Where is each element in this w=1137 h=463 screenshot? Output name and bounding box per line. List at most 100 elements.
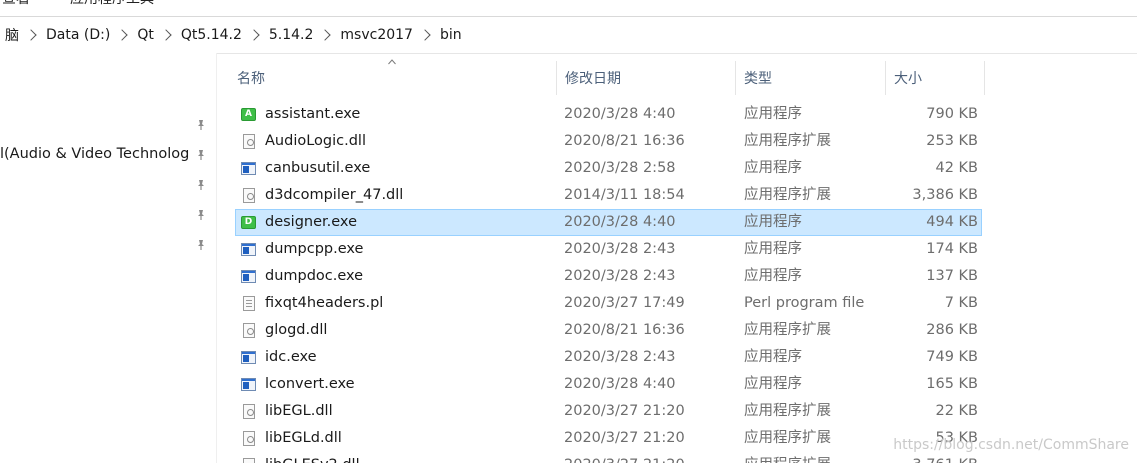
file-size: 749 KB xyxy=(926,349,978,365)
file-date: 2020/3/28 2:43 xyxy=(564,268,676,284)
file-name: assistant.exe xyxy=(265,106,361,122)
file-name: libEGLd.dll xyxy=(265,430,342,446)
file-type: 应用程序 xyxy=(744,106,802,122)
table-row[interactable]: Aassistant.exe 2020/3/28 4:40 应用程序 790 KB xyxy=(235,101,982,128)
file-date: 2020/3/28 4:40 xyxy=(564,214,676,230)
breadcrumb-item-qt5142[interactable]: Qt5.14.2 xyxy=(176,27,247,43)
qt-designer-icon: D xyxy=(241,216,256,229)
file-type: 应用程序 xyxy=(744,349,802,365)
file-icon-cell xyxy=(241,291,259,316)
application-icon xyxy=(241,378,256,391)
file-date: 2020/3/27 21:20 xyxy=(564,403,685,419)
table-row[interactable]: Ddesigner.exe 2020/3/28 4:40 应用程序 494 KB xyxy=(235,209,982,236)
file-type: 应用程序扩展 xyxy=(744,322,831,338)
table-row[interactable]: dumpcpp.exe 2020/3/28 2:43 应用程序 174 KB xyxy=(235,236,982,263)
file-date: 2020/3/27 21:20 xyxy=(564,430,685,446)
dll-file-icon xyxy=(243,188,255,203)
file-icon-cell xyxy=(241,345,259,370)
breadcrumb-item-5142[interactable]: 5.14.2 xyxy=(264,27,319,43)
file-type: 应用程序 xyxy=(744,160,802,176)
file-type: 应用程序 xyxy=(744,241,802,257)
pin-icon[interactable] xyxy=(195,239,207,251)
file-type: 应用程序扩展 xyxy=(744,187,831,203)
file-size: 174 KB xyxy=(926,241,978,257)
chevron-right-icon[interactable] xyxy=(319,29,332,41)
file-type: 应用程序 xyxy=(744,214,802,230)
file-size: 790 KB xyxy=(926,106,978,122)
pin-icon[interactable] xyxy=(195,209,207,221)
breadcrumb-item-msvc2017[interactable]: msvc2017 xyxy=(335,27,418,43)
table-row[interactable]: libGLESv2.dll 2020/3/27 21:20 应用程序扩展3,761 … xyxy=(235,452,982,463)
file-date: 2020/3/28 4:40 xyxy=(564,106,676,122)
column-header-size[interactable]: 大小 xyxy=(885,61,985,95)
column-header-type[interactable]: 类型 xyxy=(735,61,885,95)
file-name: canbusutil.exe xyxy=(265,160,371,176)
file-date: 2020/8/21 16:36 xyxy=(564,133,685,149)
pin-icon[interactable] xyxy=(195,149,207,161)
table-row[interactable]: lconvert.exe 2020/3/28 4:40 应用程序 165 KB xyxy=(235,371,982,398)
file-name: lconvert.exe xyxy=(265,376,355,392)
chevron-right-icon[interactable] xyxy=(116,29,128,41)
table-row[interactable]: canbusutil.exe 2020/3/28 2:58 应用程序 42 KB xyxy=(235,155,982,182)
application-icon xyxy=(241,270,256,283)
breadcrumb-item-data-drive[interactable]: Data (D:) xyxy=(41,27,115,43)
file-icon-cell xyxy=(241,129,259,154)
file-type: 应用程序扩展 xyxy=(744,133,831,149)
tab-view[interactable]: 查看 xyxy=(2,0,30,8)
file-date: 2020/3/27 21:20 xyxy=(564,453,734,463)
pin-icon[interactable] xyxy=(195,119,207,131)
table-row[interactable]: glogd.dll 2020/8/21 16:36 应用程序扩展 286 KB xyxy=(235,317,982,344)
dll-file-icon xyxy=(243,458,255,463)
breadcrumb-item-qt[interactable]: Qt xyxy=(132,27,159,43)
file-type: 应用程序扩展 xyxy=(744,403,831,419)
qt-assistant-icon: A xyxy=(241,108,256,121)
file-date: 2020/3/28 4:40 xyxy=(564,376,676,392)
table-row[interactable]: libEGLd.dll 2020/3/27 21:20 应用程序扩展 53 KB xyxy=(235,425,982,452)
file-name: glogd.dll xyxy=(265,322,328,338)
file-icon-cell xyxy=(241,372,259,397)
dll-file-icon xyxy=(243,323,255,338)
nav-item-quick-access[interactable]: l(Audio & Video Technolog xyxy=(0,146,192,162)
dll-file-icon xyxy=(243,431,255,446)
pin-icon[interactable] xyxy=(195,179,207,191)
table-row[interactable]: AudioLogic.dll 2020/8/21 16:36 应用程序扩展 253 K… xyxy=(235,128,982,155)
file-size: 3,761 KB xyxy=(886,453,978,463)
file-date: 2020/3/27 17:49 xyxy=(564,295,685,311)
file-name: libGLESv2.dll xyxy=(265,453,555,463)
watermark: https://blog.csdn.net/CommShare xyxy=(893,437,1129,453)
table-row[interactable]: d3dcompiler_47.dll 2014/3/11 18:54 应用程序扩展 3… xyxy=(235,182,982,209)
file-type: 应用程序 xyxy=(744,376,802,392)
file-size: 7 KB xyxy=(944,295,978,311)
file-icon-cell xyxy=(241,183,259,208)
file-icon-cell xyxy=(241,318,259,343)
file-icon-cell xyxy=(241,237,259,262)
breadcrumb-item-bin[interactable]: bin xyxy=(435,27,467,43)
application-icon xyxy=(241,243,256,256)
address-bar[interactable]: 脑 Data (D:) Qt Qt5.14.2 5.14.2 msvc2017 … xyxy=(0,16,1137,54)
file-size: 165 KB xyxy=(926,376,978,392)
file-size: 286 KB xyxy=(926,322,978,338)
file-name: idc.exe xyxy=(265,349,317,365)
file-name: AudioLogic.dll xyxy=(265,133,366,149)
chevron-right-icon[interactable] xyxy=(160,29,172,41)
ribbon-tabs: 查看 应用程序工具 xyxy=(0,0,1137,8)
chevron-right-icon[interactable] xyxy=(25,29,37,41)
file-name: d3dcompiler_47.dll xyxy=(265,187,404,203)
table-row[interactable]: dumpdoc.exe 2020/3/28 2:43 应用程序 137 KB xyxy=(235,263,982,290)
chevron-right-icon[interactable] xyxy=(419,29,431,41)
file-icon-cell xyxy=(241,156,259,181)
file-type: 应用程序 xyxy=(744,268,802,284)
table-row[interactable]: libEGL.dll 2020/3/27 21:20 应用程序扩展 22 KB xyxy=(235,398,982,425)
table-row[interactable]: fixqt4headers.pl 2020/3/27 17:49 Perl prog… xyxy=(235,290,982,317)
file-icon-cell xyxy=(241,399,259,424)
breadcrumb-item-this-pc[interactable]: 脑 xyxy=(0,25,24,45)
column-header-date[interactable]: 修改日期 xyxy=(556,61,735,95)
file-type: Perl program file xyxy=(744,295,865,311)
tab-application-tools[interactable]: 应用程序工具 xyxy=(70,0,154,8)
chevron-right-icon[interactable] xyxy=(248,29,260,41)
application-icon xyxy=(241,351,256,364)
file-size: 3,386 KB xyxy=(912,187,978,203)
table-row[interactable]: idc.exe 2020/3/28 2:43 应用程序 749 KB xyxy=(235,344,982,371)
column-header-name[interactable]: 名称 xyxy=(233,61,555,95)
file-size: 253 KB xyxy=(926,133,978,149)
